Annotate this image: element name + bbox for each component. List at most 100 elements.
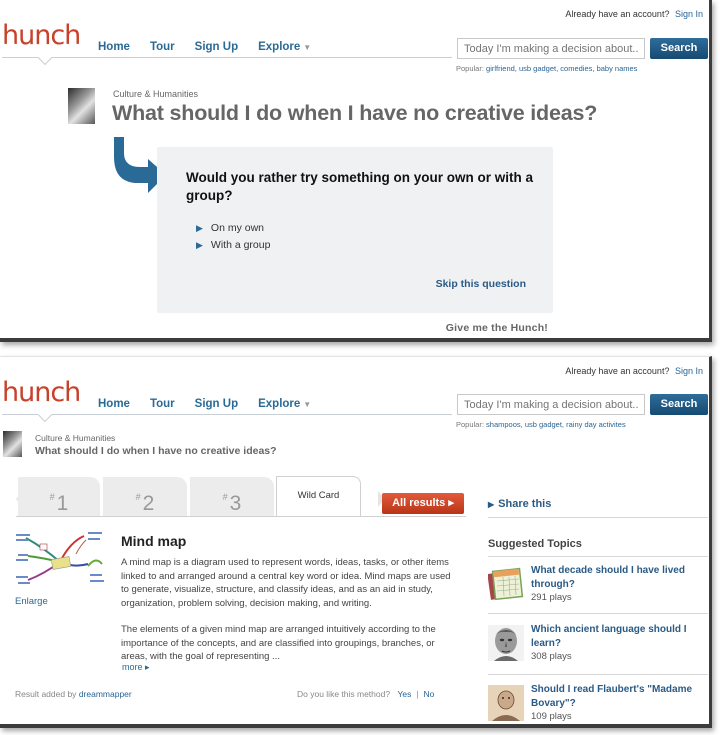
tab-hash: # [135,492,141,502]
result-attribution: Result added by dreammapper [15,689,132,699]
tab-result-1[interactable]: #1 [18,477,100,516]
popular-link[interactable]: girlfriend, [486,64,517,73]
nav-tour[interactable]: Tour [150,41,175,53]
feedback-separator: | [416,689,419,699]
search-input[interactable] [457,394,645,415]
nav-explore-label: Explore [258,398,301,410]
category-label[interactable]: Culture & Humanities [113,89,198,99]
sidebar-divider [488,556,708,557]
attribution-label: Result added by [15,689,77,699]
sign-in-link[interactable]: Sign In [675,366,703,376]
main-nav: Home Tour Sign Up Explore ▼ [98,398,331,410]
tab-number: 2 [142,492,155,515]
suggested-topic[interactable]: Which ancient language should I learn? 3… [488,623,708,673]
tab-result-2[interactable]: #2 [103,477,187,516]
nav-explore-label: Explore [258,41,301,53]
caret-down-icon: ▼ [303,43,312,52]
caret-down-icon: ▼ [303,400,312,409]
answer-label: With a group [210,239,271,251]
nav-pointer [37,407,53,423]
tab-hash: # [222,492,228,502]
popular-searches: Popular: girlfriend, usb gadget, comedie… [456,64,637,73]
sidebar-divider [488,613,708,614]
suggested-topic-title[interactable]: Which ancient language should I learn? [531,623,701,650]
screenshot-result-page: Already have an account? Sign In hunch H… [0,356,712,728]
result-title: Mind map [121,533,187,549]
main-nav: Home Tour Sign Up Explore ▼ [98,41,331,53]
nav-explore[interactable]: Explore ▼ [258,398,311,410]
category-label[interactable]: Culture & Humanities [35,433,115,443]
topic-thumbnail [3,431,22,457]
answer-option[interactable]: ▶ With a group [196,239,270,251]
feedback-question: Do you like this method? [297,689,391,699]
share-label: Share this [498,498,552,510]
tab-hash: # [49,492,55,502]
sidebar-divider [488,674,708,675]
tab-divider [16,516,466,517]
all-results-button[interactable]: All results ▸ [382,493,464,514]
play-count: 308 plays [531,651,572,662]
tab-wild-card[interactable]: Wild Card [276,476,361,517]
popular-label: Popular: [456,420,484,429]
question-title: What should I do when I have no creative… [112,101,598,125]
description-paragraph: The elements of a given mind map are arr… [121,624,436,662]
question-title[interactable]: What should I do when I have no creative… [35,445,277,457]
popular-link[interactable]: shampoos, [486,420,523,429]
answer-option[interactable]: ▶ On my own [196,222,270,234]
search-button[interactable]: Search [650,394,708,415]
nav-sign-up[interactable]: Sign Up [195,41,238,53]
answer-label: On my own [210,222,265,234]
suggested-topic[interactable]: Should I read Flaubert's "Madame Bovary"… [488,683,708,733]
nav-sign-up[interactable]: Sign Up [195,398,238,410]
account-prompt: Already have an account? Sign In [565,366,703,376]
more-link[interactable]: more ▸ [122,662,150,673]
account-prompt: Already have an account? Sign In [565,9,703,19]
result-description: A mind map is a diagram used to represen… [121,556,456,677]
popular-link[interactable]: usb gadget, [519,64,558,73]
play-triangle-icon: ▶ [488,500,495,509]
enlarge-link[interactable]: Enlarge [15,596,48,607]
popular-label: Popular: [456,64,484,73]
nav-explore[interactable]: Explore ▼ [258,41,311,53]
suggested-topic-title[interactable]: What decade should I have lived through? [531,564,701,591]
play-count: 291 plays [531,592,572,603]
play-count: 109 plays [531,711,572,722]
statue-icon [488,625,524,661]
popular-link[interactable]: usb gadget, [525,420,564,429]
popular-searches: Popular: shampoos, usb gadget, rainy day… [456,420,626,429]
popular-link[interactable]: comedies, [560,64,594,73]
description-paragraph: A mind map is a diagram used to represen… [121,557,451,609]
search-input[interactable] [457,38,645,59]
nav-home[interactable]: Home [98,398,130,410]
answer-list: ▶ On my own ▶ With a group [196,222,270,256]
popular-link[interactable]: baby names [597,64,638,73]
search-button[interactable]: Search [650,38,708,59]
skip-question-link[interactable]: Skip this question [436,278,526,290]
hunch-logo[interactable]: hunch [2,377,81,408]
feedback-prompt: Do you like this method? Yes | No [297,689,439,699]
popular-link[interactable]: rainy day activites [566,420,626,429]
sidebar-divider [488,517,708,518]
share-this-link[interactable]: ▶ Share this [488,498,551,510]
mind-map-image[interactable] [14,528,107,591]
account-prompt-text: Already have an account? [565,9,670,19]
nav-tour[interactable]: Tour [150,398,175,410]
nav-divider [2,414,452,415]
tab-result-3[interactable]: #3 [190,477,274,516]
give-me-hunch-link[interactable]: Give me the Hunch! [446,322,548,334]
feedback-no-link[interactable]: No [424,689,435,699]
question-card: Would you rather try something on your o… [157,147,553,313]
sign-in-link[interactable]: Sign In [675,9,703,19]
nav-divider [2,57,452,58]
nav-home[interactable]: Home [98,41,130,53]
play-triangle-icon: ▶ [196,239,203,250]
suggested-topic[interactable]: What decade should I have lived through?… [488,564,708,614]
hunch-logo[interactable]: hunch [2,20,81,51]
feedback-yes-link[interactable]: Yes [397,689,411,699]
suggested-topic-title[interactable]: Should I read Flaubert's "Madame Bovary"… [531,683,701,710]
account-prompt-text: Already have an account? [565,366,670,376]
portrait-icon [488,685,524,721]
suggested-topics-heading: Suggested Topics [488,538,582,550]
author-link[interactable]: dreammapper [79,689,132,699]
screenshot-question-page: Already have an account? Sign In hunch H… [0,0,712,342]
